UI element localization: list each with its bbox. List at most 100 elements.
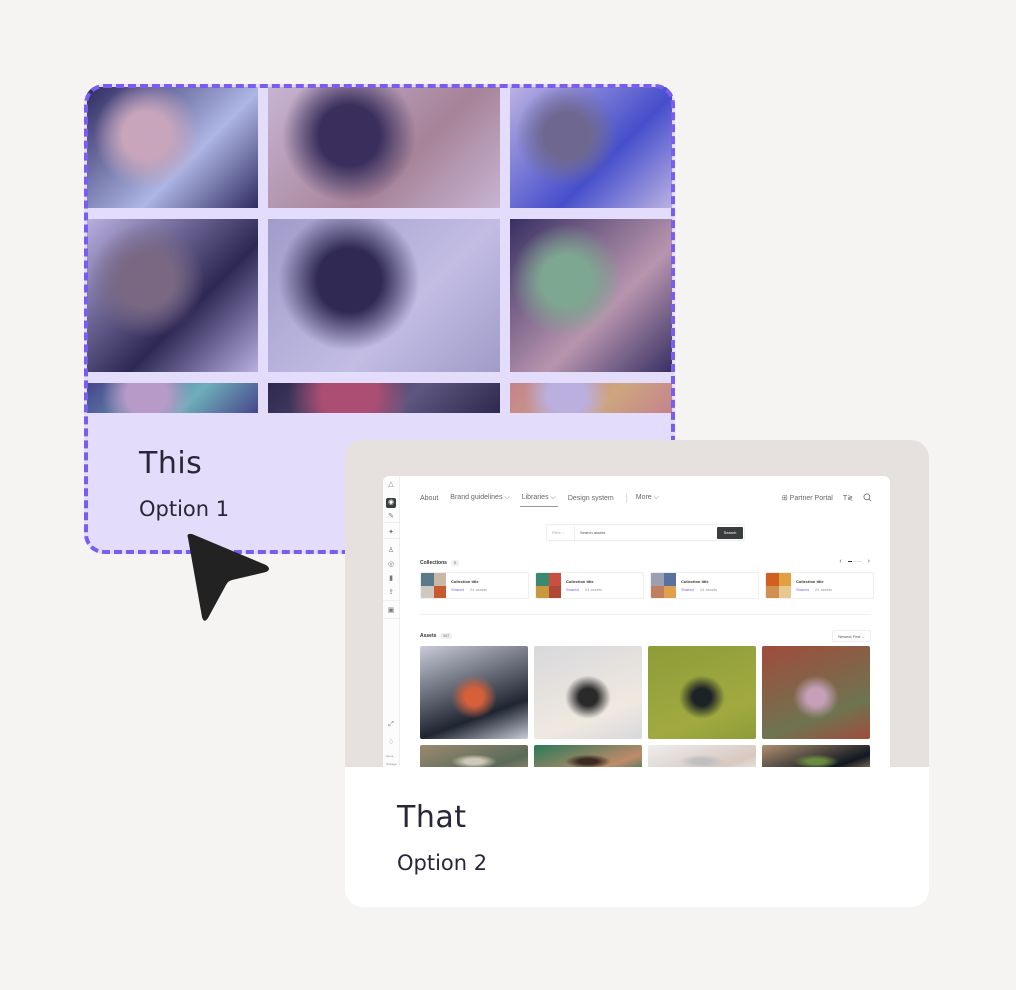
option-2-card[interactable]: △ ◉ ✎ ✦ ♙ ◎ ▮ ⇪ ▣ ⤢ ♢ Items Storage About Brand guid… — [345, 440, 929, 907]
option-1-label: This Option 1 — [139, 446, 229, 521]
photo-reflector-setup — [268, 219, 500, 372]
cursor-pointer-icon — [184, 532, 274, 628]
nav-more[interactable]: More ⌵ — [636, 494, 659, 502]
sidebar-divider — [383, 618, 399, 619]
chart-icon[interactable]: ▮ — [386, 574, 396, 584]
collection-title: Collection title — [681, 579, 709, 584]
asset-workout-row2-1[interactable] — [420, 745, 528, 767]
option-2-label: That Option 2 — [397, 800, 487, 875]
sidebar-divider — [383, 538, 399, 539]
nav-libraries[interactable]: Libraries ⌵ — [519, 494, 558, 507]
nav-libraries-label: Libraries — [521, 494, 549, 501]
search-button[interactable]: Search — [717, 526, 743, 539]
nav-more-label: More — [635, 494, 652, 501]
assets-header: Assets 567 — [420, 633, 453, 639]
collection-card[interactable]: Collection title Shared 24 assets — [765, 572, 874, 599]
thumbnail-tile — [778, 573, 791, 586]
filter-label: Filter — [552, 530, 561, 535]
thumbnail-tile — [421, 585, 434, 598]
thumbnail-tile — [433, 573, 446, 586]
shared-status: Shared — [796, 587, 809, 592]
nav-about[interactable]: About — [420, 495, 438, 502]
option-2-subtitle: Option 2 — [397, 851, 488, 875]
chevron-down-icon: ⌵ — [550, 494, 556, 501]
partner-portal-label: Partner Portal — [789, 495, 833, 502]
thumbnail-tile — [663, 585, 676, 598]
settings-icon[interactable]: ◎ — [386, 560, 396, 570]
sort-dropdown[interactable]: Newest First ⌵ — [832, 630, 871, 642]
photo-photographer-with-camera — [87, 219, 258, 372]
thumbnail-tile — [536, 585, 549, 598]
collection-meta: Shared 24 assets — [451, 587, 487, 592]
thumbnail-tile — [433, 585, 446, 598]
nav-right: ⊞ Partner Portal T≷ — [782, 492, 872, 504]
collections-list: Collection title Shared 24 assets Collectio… — [420, 572, 874, 599]
nav-design-system[interactable]: Design system — [568, 495, 614, 502]
search-icon[interactable] — [863, 492, 872, 504]
collection-title: Collection title — [796, 579, 824, 584]
asset-two-friends-sitting[interactable] — [420, 646, 528, 739]
assets-count-badge: 567 — [440, 633, 453, 639]
nav-separator — [625, 493, 627, 503]
upload-icon[interactable]: ⇪ — [386, 588, 396, 598]
sidebar-items-label: Items — [386, 754, 394, 758]
briefcase-icon[interactable]: ▣ — [386, 606, 396, 616]
collection-thumbnail — [536, 573, 561, 598]
users-icon[interactable]: ♙ — [386, 546, 396, 556]
collection-card[interactable]: Collection title Shared 24 assets — [650, 572, 759, 599]
collection-thumbnail — [651, 573, 676, 598]
app-preview-backdrop: △ ◉ ✎ ✦ ♙ ◎ ▮ ⇪ ▣ ⤢ ♢ Items Storage About Brand guid… — [345, 440, 929, 767]
thumbnail-tile — [766, 573, 779, 586]
collection-meta: Shared 24 assets — [566, 587, 602, 592]
chevron-right-icon[interactable]: › — [868, 558, 870, 565]
collection-meta: Shared 24 assets — [681, 587, 717, 592]
nav-brand-guidelines[interactable]: Brand guidelines ⌵ — [450, 494, 509, 502]
logo-icon: △ — [388, 481, 394, 488]
collection-card[interactable]: Collection title Shared 24 assets — [420, 572, 529, 599]
photo-friends-hugging — [510, 219, 672, 372]
sidebar-storage-label: Storage — [386, 762, 397, 766]
collections-count-badge: 8 — [450, 560, 459, 566]
collections-header: Collections 8 — [420, 560, 459, 566]
chevron-down-icon: ⌵ — [653, 494, 659, 501]
collections-carousel-controls: ‹ › — [839, 558, 870, 565]
assets-label: Assets — [420, 633, 437, 639]
app-preview: △ ◉ ✎ ✦ ♙ ◎ ▮ ⇪ ▣ ⤢ ♢ Items Storage About Brand guid… — [383, 476, 890, 767]
asset-workout-row2-2[interactable] — [534, 745, 642, 767]
asset-stretching-on-track[interactable] — [762, 646, 870, 739]
rocket-icon[interactable]: ✦ — [386, 528, 396, 538]
option-2-title: That — [397, 800, 467, 835]
home-icon[interactable]: ◉ — [386, 498, 396, 508]
collection-title: Collection title — [451, 579, 479, 584]
thumbnail-tile — [778, 585, 791, 598]
collection-thumbnail — [421, 573, 446, 598]
asset-count: 24 assets — [699, 587, 718, 592]
app-nav: About Brand guidelines ⌵ Libraries ⌵ Des… — [420, 492, 872, 507]
thumbnail-tile — [421, 573, 434, 586]
expand-icon[interactable]: ⤢ — [386, 720, 396, 730]
chevron-down-icon: ⌵ — [861, 633, 865, 639]
collection-title: Collection title — [566, 579, 594, 584]
brush-icon[interactable]: ✎ — [386, 512, 396, 522]
sidebar-divider — [383, 522, 399, 523]
chevron-left-icon[interactable]: ‹ — [839, 558, 841, 565]
translate-icon[interactable]: T≷ — [843, 494, 853, 502]
search-input[interactable]: Search assets — [575, 530, 717, 535]
collection-meta: Shared 24 assets — [796, 587, 832, 592]
asset-count: 24 assets — [814, 587, 833, 592]
photo-woman-with-eye-patch — [87, 87, 258, 208]
asset-jump-rope-on-field[interactable] — [648, 646, 756, 739]
sort-label: Newest First — [838, 633, 861, 639]
asset-skincare-row2-3[interactable] — [648, 745, 756, 767]
asset-workout-row2-4[interactable] — [762, 745, 870, 767]
asset-person-on-rug[interactable] — [534, 646, 642, 739]
thumbnail-tile — [548, 573, 561, 586]
shared-status: Shared — [451, 587, 464, 592]
collection-card[interactable]: Collection title Shared 24 assets — [535, 572, 644, 599]
bell-icon[interactable]: ♢ — [386, 738, 396, 748]
section-divider — [420, 614, 871, 615]
filter-dropdown[interactable]: Filter ⌵ — [547, 525, 575, 540]
partner-portal-link[interactable]: ⊞ Partner Portal — [782, 494, 833, 502]
collections-label: Collections — [420, 560, 447, 566]
sidebar-divider — [383, 600, 399, 601]
